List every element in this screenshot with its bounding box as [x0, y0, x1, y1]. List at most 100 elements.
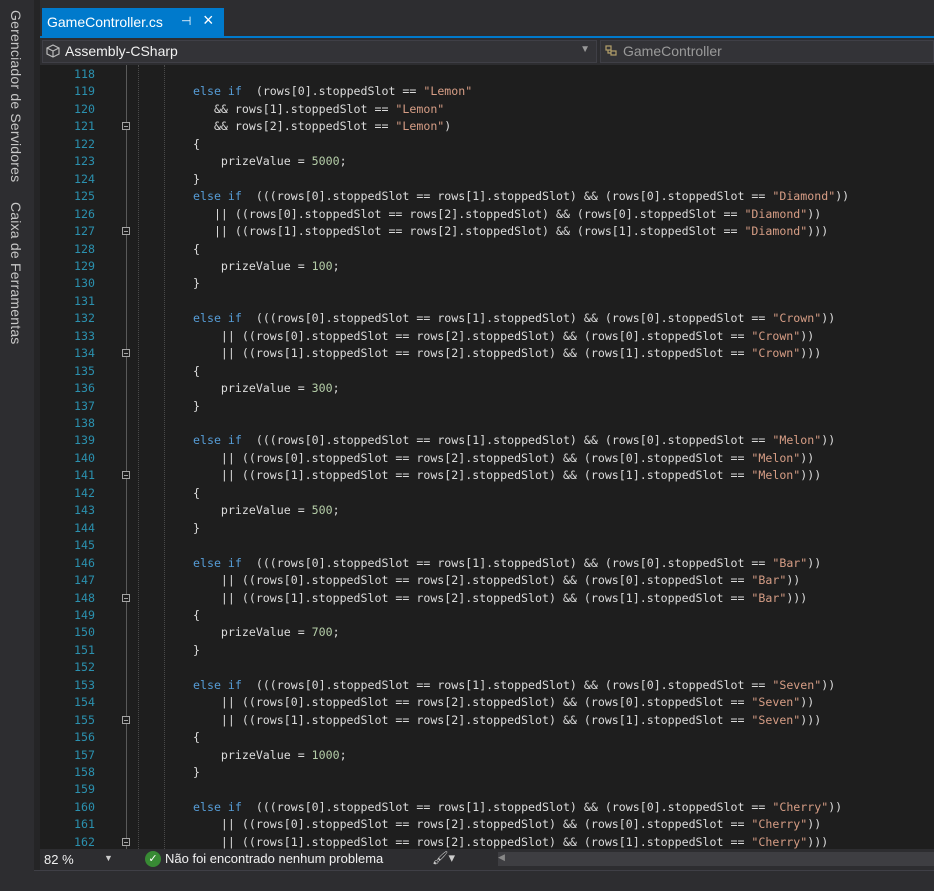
- collapse-icon[interactable]: [122, 715, 130, 724]
- line-number: 142: [74, 485, 95, 500]
- code-line: 135 {: [40, 363, 934, 380]
- code-line: 150 prizeValue = 700;: [40, 624, 934, 641]
- code-line: 131: [40, 293, 934, 310]
- horizontal-scrollbar[interactable]: ◀: [498, 852, 934, 866]
- scroll-left-icon[interactable]: ◀: [498, 852, 505, 863]
- close-icon[interactable]: ×: [203, 11, 214, 29]
- pin-icon[interactable]: ⊣: [181, 14, 191, 28]
- code-editor[interactable]: 118 119 else if (rows[0].stoppedSlot == "L…: [40, 65, 934, 849]
- code-text: prizeValue = 700;: [193, 625, 340, 640]
- line-number: 154: [74, 695, 95, 710]
- line-number: 126: [74, 206, 95, 221]
- code-line: 141 || ((rows[1].stoppedSlot == rows[2].…: [40, 467, 934, 484]
- document-tab-label: GameController.cs: [47, 14, 163, 30]
- line-number: 159: [74, 782, 95, 797]
- code-text: || ((rows[0].stoppedSlot == rows[2].stop…: [193, 817, 822, 832]
- code-line: 155 || ((rows[1].stoppedSlot == rows[2].…: [40, 712, 934, 729]
- code-line: 138: [40, 415, 934, 432]
- class-icon: [605, 45, 617, 56]
- collapse-icon[interactable]: [122, 227, 130, 236]
- code-line: 123 prizeValue = 5000;: [40, 153, 934, 170]
- toolbox-tab[interactable]: Caixa de Ferramentas: [8, 202, 24, 345]
- line-number: 147: [74, 573, 95, 588]
- line-number: 121: [74, 119, 95, 134]
- line-number: 123: [74, 154, 95, 169]
- line-number: 130: [74, 276, 95, 291]
- code-text: || ((rows[1].stoppedSlot == rows[2].stop…: [193, 346, 822, 361]
- line-number: 134: [74, 346, 95, 361]
- code-text: || ((rows[1].stoppedSlot == rows[2].stop…: [193, 468, 822, 483]
- code-line: 126 || ((rows[0].stoppedSlot == rows[2].…: [40, 206, 934, 223]
- code-text: || ((rows[0].stoppedSlot == rows[2].stop…: [193, 695, 815, 710]
- code-text: else if (((rows[0].stoppedSlot == rows[1…: [193, 677, 836, 692]
- line-number: 144: [74, 520, 95, 535]
- navigation-bar: Assembly-CSharp ▼ GameController: [40, 38, 934, 65]
- code-line: 144}: [40, 520, 934, 537]
- code-line: 121 && rows[2].stoppedSlot == "Lemon"): [40, 118, 934, 135]
- line-number: 146: [74, 555, 95, 570]
- code-line: 146 else if (((rows[0].stoppedSlot == row…: [40, 555, 934, 572]
- server-explorer-tab[interactable]: Gerenciador de Servidores: [8, 10, 24, 182]
- code-line: 118: [40, 66, 934, 83]
- code-line: 160 else if (((rows[0].stoppedSlot == row…: [40, 799, 934, 816]
- project-dropdown[interactable]: Assembly-CSharp ▼: [42, 40, 597, 63]
- code-line: 156 {: [40, 729, 934, 746]
- code-line: 159: [40, 781, 934, 798]
- collapse-icon[interactable]: [122, 837, 130, 846]
- line-number: 155: [74, 712, 95, 727]
- line-number: 128: [74, 241, 95, 256]
- line-number: 138: [74, 416, 95, 430]
- code-text: {: [193, 485, 200, 500]
- code-line: 137}: [40, 398, 934, 415]
- code-text: {: [193, 607, 200, 622]
- issues-status-text[interactable]: Não foi encontrado nenhum problema: [165, 851, 383, 866]
- code-text: || ((rows[1].stoppedSlot == rows[2].stop…: [193, 224, 829, 239]
- line-number: 141: [74, 468, 95, 483]
- editor-status-bar: 82 % ▼ ✓ Não foi encontrado nenhum probl…: [40, 849, 934, 870]
- code-line: 147 || ((rows[0].stoppedSlot == rows[2].…: [40, 572, 934, 589]
- code-text: }: [193, 642, 200, 657]
- line-number: 129: [74, 258, 95, 273]
- code-text: else if (((rows[0].stoppedSlot == rows[1…: [193, 555, 822, 570]
- code-text: else if (((rows[0].stoppedSlot == rows[1…: [193, 799, 843, 814]
- collapse-icon[interactable]: [122, 122, 130, 131]
- line-number: 156: [74, 730, 95, 745]
- code-line: 125 else if (((rows[0].stoppedSlot == row…: [40, 188, 934, 205]
- collapse-icon[interactable]: [122, 593, 130, 602]
- zoom-dropdown[interactable]: 82 % ▼: [42, 851, 116, 868]
- code-text: else if (((rows[0].stoppedSlot == rows[1…: [193, 189, 850, 204]
- code-text: prizeValue = 100;: [193, 258, 340, 273]
- code-line: 132 else if (((rows[0].stoppedSlot == row…: [40, 310, 934, 327]
- code-text: }: [193, 765, 200, 779]
- line-number: 137: [74, 398, 95, 413]
- collapse-icon[interactable]: [122, 349, 130, 358]
- code-text: }: [193, 398, 200, 413]
- class-dropdown[interactable]: GameController: [600, 40, 934, 63]
- chevron-down-icon: ▼: [104, 853, 113, 863]
- document-tab-strip: GameController.cs ⊣ ×: [40, 8, 934, 36]
- code-line: 152: [40, 659, 934, 676]
- line-number: 139: [74, 433, 95, 448]
- line-number: 149: [74, 607, 95, 622]
- line-number: 127: [74, 224, 95, 239]
- line-number: 143: [74, 503, 95, 518]
- code-text: || ((rows[1].stoppedSlot == rows[2].stop…: [193, 834, 829, 849]
- code-line: 122 {: [40, 136, 934, 153]
- code-line: 128 {: [40, 241, 934, 258]
- line-number: 152: [74, 660, 95, 675]
- code-line: 129 prizeValue = 100;: [40, 258, 934, 275]
- code-line: 130}: [40, 275, 934, 292]
- code-cleanup-icon[interactable]: 🖌▾: [432, 850, 455, 866]
- project-name: Assembly-CSharp: [65, 43, 178, 59]
- code-line: 133 || ((rows[0].stoppedSlot == rows[2].…: [40, 328, 934, 345]
- collapse-icon[interactable]: [122, 471, 130, 480]
- code-text: || ((rows[0].stoppedSlot == rows[2].stop…: [193, 328, 815, 343]
- document-tab[interactable]: GameController.cs ⊣ ×: [42, 8, 224, 36]
- code-text: || ((rows[0].stoppedSlot == rows[2].stop…: [193, 206, 822, 221]
- line-number: 153: [74, 677, 95, 692]
- line-number: 118: [74, 67, 95, 81]
- code-text: prizeValue = 5000;: [193, 154, 347, 169]
- code-line: 157 prizeValue = 1000;: [40, 747, 934, 764]
- line-number: 120: [74, 101, 95, 116]
- code-line: 148 || ((rows[1].stoppedSlot == rows[2].…: [40, 590, 934, 607]
